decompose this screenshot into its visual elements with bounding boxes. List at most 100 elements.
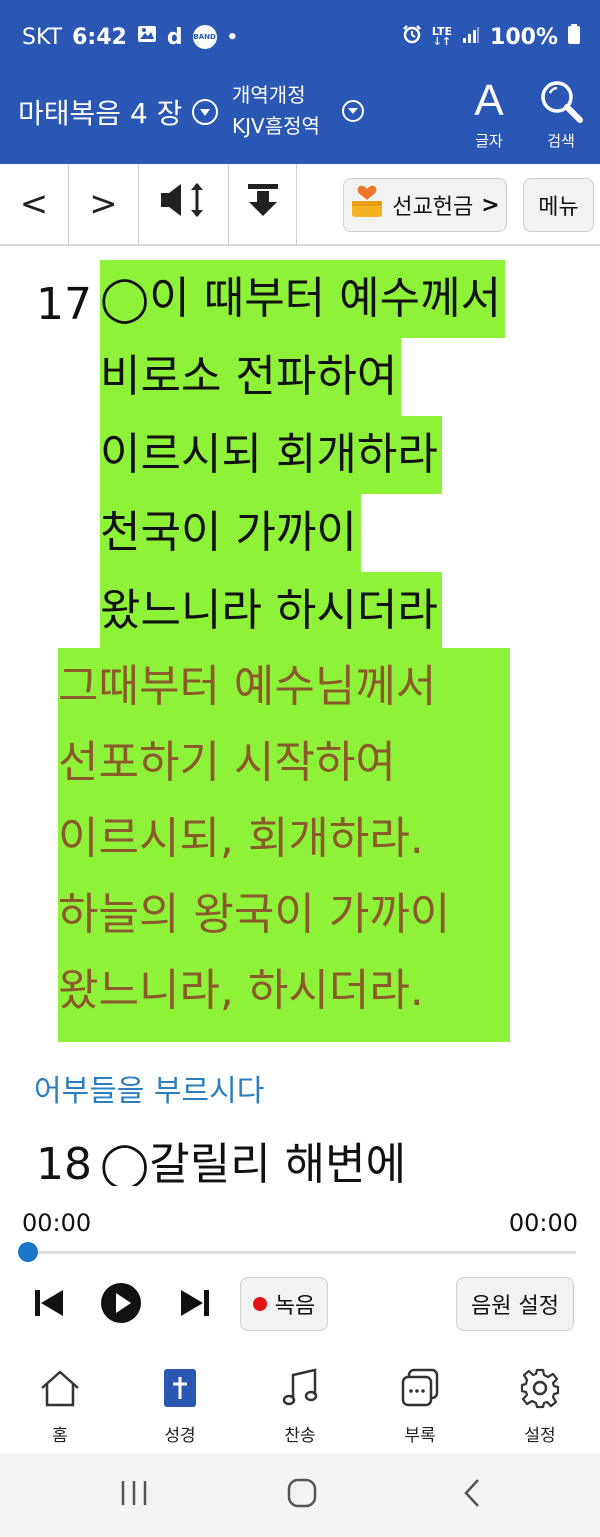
menu-button[interactable]: 메뉴	[523, 178, 594, 232]
search-icon	[526, 74, 596, 128]
signal-icon	[462, 25, 480, 50]
verse-number-18: 18	[36, 1139, 92, 1186]
nav-bible-label: 성경	[164, 1426, 196, 1446]
verse-number-17: 17	[36, 279, 92, 330]
next-chapter-button[interactable]: >	[69, 164, 139, 244]
version-dropdown-icon[interactable]	[342, 100, 364, 122]
appendix-icon	[360, 1363, 480, 1413]
recent-apps-button[interactable]	[112, 1477, 156, 1513]
nav-hymn[interactable]: 찬송	[240, 1363, 360, 1446]
verse17-alt-line[interactable]: 선포하기 시작하여	[58, 724, 510, 802]
verse17-kjv-line[interactable]: 천국이 가까이	[100, 494, 361, 572]
gear-icon	[480, 1363, 600, 1413]
bottom-nav: 홈 성경 찬송 부록 설정	[0, 1355, 600, 1453]
network-type: LTE ↓↑	[432, 26, 452, 48]
audio-settings-button[interactable]: 음원 설정	[456, 1277, 574, 1331]
search-label: 검색	[547, 132, 575, 150]
skip-previous-button[interactable]	[28, 1279, 70, 1331]
skip-next-button[interactable]	[174, 1279, 216, 1331]
nav-home[interactable]: 홈	[0, 1363, 120, 1446]
band-app-label: BAND	[193, 33, 216, 41]
verse17-alt-line[interactable]: 그때부터 예수님께서	[58, 648, 510, 726]
elapsed-time: 00:00	[22, 1209, 92, 1237]
chevron-right-icon: >	[481, 192, 500, 218]
version-selector[interactable]: 개역개정 KJV흠정역	[232, 80, 320, 142]
alarm-icon	[402, 24, 422, 50]
home-system-icon	[287, 1478, 317, 1512]
nav-settings[interactable]: 설정	[480, 1363, 600, 1446]
gallery-icon	[137, 24, 157, 50]
nav-home-label: 홈	[52, 1426, 68, 1446]
nav-appendix[interactable]: 부록	[360, 1363, 480, 1446]
app-header: SKT 6:42 d BAND • LTE ↓↑ 100% 마태복음 4 장 개…	[0, 0, 600, 164]
bible-icon	[120, 1363, 240, 1413]
skip-next-icon	[179, 1287, 211, 1323]
record-dot-icon	[252, 1297, 267, 1311]
font-size-button[interactable]: A 글자	[454, 74, 524, 151]
record-label: 녹음	[274, 1294, 316, 1319]
nav-hymn-label: 찬송	[284, 1426, 316, 1446]
verse17-kjv-line[interactable]: 이르시되 회개하라	[100, 416, 442, 494]
mission-offering-button[interactable]: 선교헌금 >	[343, 178, 507, 232]
audio-player: 00:00 00:00 녹음 음원 설정	[0, 1195, 600, 1355]
book-chapter-label: 마태복음 4 장	[18, 97, 183, 130]
progress-track[interactable]	[22, 1251, 576, 1254]
reader-toolbar: < > 선교헌금 > 메뉴	[0, 164, 600, 246]
title-bar: 마태복음 4 장 개역개정 KJV흠정역 A 글자 검색	[0, 70, 600, 164]
band-app-icon: BAND	[192, 25, 217, 49]
skip-previous-icon	[33, 1287, 65, 1323]
chevron-down-icon	[192, 99, 219, 125]
daum-app-icon: d	[166, 24, 183, 50]
prev-label: <	[19, 184, 49, 224]
carrier-name: SKT	[22, 24, 63, 50]
status-right: LTE ↓↑ 100%	[402, 24, 580, 50]
audio-settings-label: 음원 설정	[471, 1294, 559, 1319]
version-primary: 개역개정	[232, 83, 306, 107]
verse17-alt-line[interactable]: 하늘의 왕국이 가까이	[58, 876, 510, 954]
search-button[interactable]: 검색	[526, 74, 596, 151]
play-button[interactable]	[98, 1279, 144, 1331]
music-note-icon	[240, 1363, 360, 1413]
volume-scroll-button[interactable]	[139, 164, 229, 244]
verse17-kjv-line[interactable]: 비로소 전파하여	[100, 338, 402, 416]
clock: 6:42	[72, 24, 127, 50]
home-icon	[0, 1363, 120, 1413]
version-secondary: KJV흠정역	[232, 114, 320, 138]
nav-settings-label: 설정	[524, 1426, 556, 1446]
verse17-kjv-line[interactable]: ◯이 때부터 예수께서	[100, 260, 506, 338]
section-heading: 어부들을 부르시다	[34, 1074, 265, 1109]
gift-heart-icon	[350, 185, 384, 225]
scripture-reader[interactable]: 17 ◯이 때부터 예수께서 비로소 전파하여 이르시되 회개하라 천국이 가까…	[0, 246, 600, 1186]
battery-percent: 100%	[490, 24, 558, 50]
verse17-kjv-line[interactable]: 왔느니라 하시더라	[100, 572, 442, 650]
system-nav-bar	[0, 1453, 600, 1537]
font-icon: A	[474, 76, 504, 125]
record-button[interactable]: 녹음	[240, 1277, 328, 1331]
menu-label: 메뉴	[538, 195, 579, 220]
verse17-alt-line[interactable]: 이르시되, 회개하라.	[58, 800, 510, 878]
mission-offering-label: 선교헌금	[392, 195, 474, 220]
prev-chapter-button[interactable]: <	[0, 164, 69, 244]
verse17-alt-line[interactable]: 왔느니라, 하시더라.	[58, 952, 510, 1042]
status-left: SKT 6:42 d BAND •	[22, 24, 238, 50]
status-bar: SKT 6:42 d BAND • LTE ↓↑ 100%	[0, 0, 600, 70]
download-button[interactable]	[229, 164, 297, 244]
nav-appendix-label: 부록	[404, 1426, 436, 1446]
play-icon	[100, 1282, 142, 1328]
font-size-label: 글자	[475, 132, 503, 150]
nav-bible[interactable]: 성경	[120, 1363, 240, 1446]
recent-apps-icon	[119, 1479, 149, 1511]
verse18-line[interactable]: ◯갈릴리 해변에	[100, 1126, 406, 1186]
progress-knob[interactable]	[18, 1242, 38, 1262]
speaker-updown-icon	[159, 180, 209, 229]
battery-icon	[568, 24, 580, 50]
next-label: >	[89, 184, 118, 224]
data-arrows: ↓↑	[432, 35, 452, 48]
download-icon	[246, 182, 280, 227]
back-system-button[interactable]	[452, 1477, 492, 1513]
back-icon	[462, 1478, 482, 1512]
total-time: 00:00	[508, 1209, 578, 1237]
home-system-button[interactable]	[282, 1477, 322, 1513]
notification-dot: •	[226, 26, 239, 48]
book-chapter-selector[interactable]: 마태복음 4 장	[18, 92, 219, 132]
